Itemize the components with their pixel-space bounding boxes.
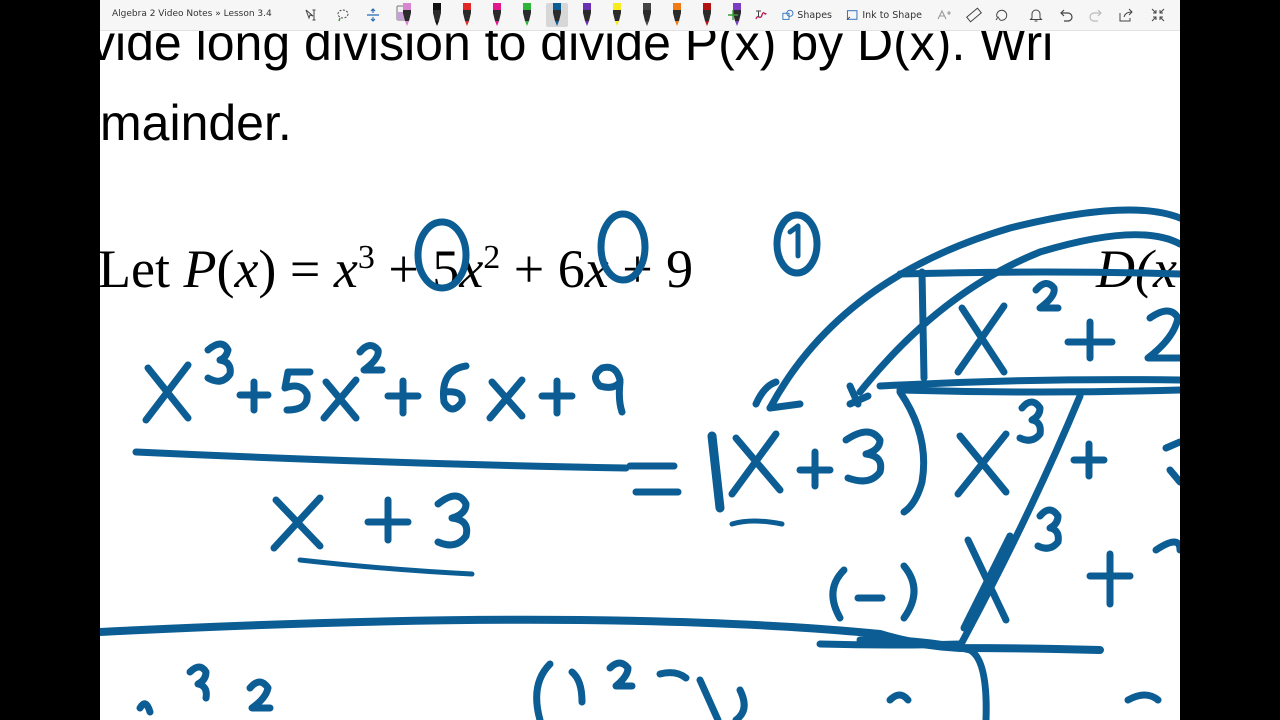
pen-red-button[interactable] bbox=[456, 3, 478, 27]
ink-denominator bbox=[270, 492, 475, 577]
pen-black-button[interactable] bbox=[426, 3, 448, 27]
shapes-label: Shapes bbox=[797, 9, 832, 21]
highlighter-yellow-icon bbox=[613, 3, 621, 26]
shapes-icon bbox=[782, 9, 794, 20]
pen-darkred-button[interactable] bbox=[696, 3, 718, 27]
pen-darkred-icon bbox=[703, 3, 711, 26]
ink-long-division bbox=[100, 206, 1180, 720]
undo-button[interactable] bbox=[1056, 3, 1076, 27]
highlighter-yellow-button[interactable] bbox=[606, 3, 628, 27]
lasso-icon bbox=[337, 9, 349, 22]
pen-blue-button[interactable] bbox=[546, 3, 568, 27]
ink-to-shape-button[interactable]: Ink to Shape bbox=[846, 3, 922, 27]
pen-orange-icon bbox=[673, 3, 681, 26]
collapse-icon bbox=[1151, 8, 1165, 22]
ink-to-shape-label: Ink to Shape bbox=[862, 9, 922, 21]
ink-to-math-button[interactable] bbox=[934, 3, 954, 27]
ink-to-shape-icon bbox=[846, 10, 858, 21]
pen-green-button[interactable] bbox=[516, 3, 538, 27]
pen-galaxy-button[interactable] bbox=[636, 3, 658, 27]
ink-fraction-bar bbox=[132, 448, 630, 472]
replay-button[interactable] bbox=[992, 3, 1012, 27]
pen-pink-button[interactable] bbox=[396, 3, 418, 27]
pen-galaxy-icon bbox=[643, 3, 651, 26]
ink-numerator bbox=[142, 340, 626, 424]
ruler-button[interactable] bbox=[964, 3, 984, 27]
ink-circle-coefficient-x2 bbox=[597, 210, 649, 284]
pen-red-icon bbox=[463, 3, 471, 26]
pen-purple-button[interactable] bbox=[576, 3, 598, 27]
notifications-button[interactable] bbox=[1026, 3, 1046, 27]
text-cursor-icon bbox=[305, 9, 316, 21]
add-space-tool[interactable] bbox=[362, 3, 384, 27]
pen-purple-icon bbox=[583, 3, 591, 26]
pen-blue-icon bbox=[553, 3, 561, 26]
ruler-icon bbox=[966, 7, 982, 23]
pen-magenta-icon bbox=[493, 3, 501, 26]
pen-pink-icon bbox=[403, 3, 411, 26]
redo-button[interactable] bbox=[1086, 3, 1106, 27]
ink-to-text-icon bbox=[755, 10, 767, 20]
undo-icon bbox=[1060, 9, 1073, 22]
handwritten-ink-layer bbox=[100, 206, 1180, 720]
pen-black-icon bbox=[433, 3, 441, 26]
ink-to-text-button[interactable] bbox=[750, 3, 772, 27]
shapes-button[interactable]: Shapes bbox=[782, 3, 832, 27]
redo-icon bbox=[1089, 9, 1102, 22]
add-pen-button[interactable] bbox=[724, 3, 742, 27]
pen-magenta-button[interactable] bbox=[486, 3, 508, 27]
share-button[interactable] bbox=[1116, 3, 1136, 27]
lasso-replay-icon bbox=[995, 9, 1008, 21]
lasso-select-tool[interactable] bbox=[332, 3, 354, 27]
ink-circle-coefficient-x3 bbox=[414, 218, 470, 292]
fullscreen-button[interactable] bbox=[1148, 3, 1168, 27]
ink-circles bbox=[414, 210, 821, 292]
pen-orange-button[interactable] bbox=[666, 3, 688, 27]
math-icon bbox=[937, 9, 951, 20]
breadcrumb[interactable]: Algebra 2 Video Notes » Lesson 3.4 bbox=[112, 9, 272, 19]
pen-green-icon bbox=[523, 3, 531, 26]
bell-icon bbox=[1029, 9, 1043, 22]
share-icon bbox=[1119, 8, 1133, 22]
select-text-tool[interactable] bbox=[300, 3, 322, 27]
ribbon-toolbar: Algebra 2 Video Notes » Lesson 3.4 Shape… bbox=[100, 0, 1180, 31]
plus-icon bbox=[728, 10, 738, 20]
ink-digit-1 bbox=[787, 223, 801, 259]
add-space-icon bbox=[367, 8, 379, 22]
notebook-page[interactable]: vide long division to divide P(x) by D(x… bbox=[100, 0, 1180, 720]
